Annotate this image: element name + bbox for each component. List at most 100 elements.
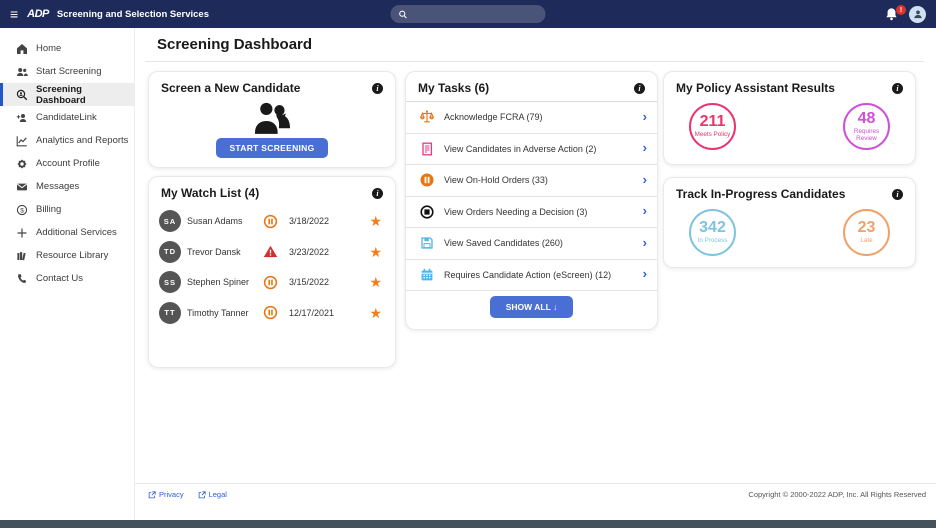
stat-late[interactable]: 23 Late xyxy=(843,209,890,256)
screening-search-icon xyxy=(16,89,28,101)
star-icon[interactable]: ★ xyxy=(366,245,382,259)
watch-row-timothy-tanner[interactable]: TT Timothy Tanner 12/17/2021 ★ xyxy=(149,298,395,329)
search-icon xyxy=(399,10,408,19)
task-row-acknowledge-fcra[interactable]: Acknowledge FCRA (79) › xyxy=(406,102,657,134)
stat-requires-review[interactable]: 48 Requires Review xyxy=(843,103,890,150)
privacy-link[interactable]: Privacy xyxy=(148,490,184,499)
bottom-bar xyxy=(0,520,936,528)
sidebar-item-label: Start Screening xyxy=(36,66,101,77)
chevron-right-icon: › xyxy=(643,141,647,154)
stat-in-process[interactable]: 342 In Process xyxy=(689,209,736,256)
sidebar-item-label: Messages xyxy=(36,181,79,192)
task-row-orders-needing-decision[interactable]: View Orders Needing a Decision (3) › xyxy=(406,197,657,229)
watch-date: 3/18/2022 xyxy=(287,216,360,226)
legal-label: Legal xyxy=(209,490,227,499)
sidebar-item-messages[interactable]: Messages xyxy=(0,175,134,198)
sidebar-item-label: Contact Us xyxy=(36,273,83,284)
candidate-name: Timothy Tanner xyxy=(187,308,257,318)
info-icon[interactable]: i xyxy=(372,83,383,94)
task-label: Requires Candidate Action (eScreen) (12) xyxy=(444,270,634,280)
policy-assistant-card: My Policy Assistant Results i 211 Meets … xyxy=(663,71,916,165)
stat-value: 211 xyxy=(700,114,726,130)
star-icon[interactable]: ★ xyxy=(366,306,382,320)
candidate-name: Stephen Spiner xyxy=(187,277,257,287)
sidebar-item-label: Additional Services xyxy=(36,227,117,238)
sidebar-item-contact-us[interactable]: Contact Us xyxy=(0,267,134,290)
watch-list-card: My Watch List (4) i SA Susan Adams 3/18/… xyxy=(148,176,396,368)
watch-row-susan-adams[interactable]: SA Susan Adams 3/18/2022 ★ xyxy=(149,206,395,237)
watch-date: 12/17/2021 xyxy=(287,308,360,318)
books-icon xyxy=(16,250,28,262)
gear-icon xyxy=(16,158,28,170)
pause-circle-icon xyxy=(263,275,281,290)
card-title: Screen a New Candidate xyxy=(161,81,300,95)
info-icon[interactable]: i xyxy=(892,83,903,94)
task-row-on-hold-orders[interactable]: View On-Hold Orders (33) › xyxy=(406,165,657,197)
sidebar-item-label: Home xyxy=(36,43,61,54)
watch-row-stephen-spiner[interactable]: SS Stephen Spiner 3/15/2022 ★ xyxy=(149,267,395,298)
sidebar-nav: Home Start Screening Screening Dashboard… xyxy=(0,28,135,520)
chevron-right-icon: › xyxy=(643,204,647,217)
star-icon[interactable]: ★ xyxy=(366,275,382,289)
track-in-progress-card: Track In-Progress Candidates i 342 In Pr… xyxy=(663,177,916,268)
app-title: Screening and Selection Services xyxy=(57,9,209,20)
warning-triangle-icon xyxy=(263,244,281,259)
stat-value: 23 xyxy=(858,220,876,236)
start-screening-button[interactable]: START SCREENING xyxy=(216,138,327,158)
notifications-button[interactable]: ! xyxy=(884,6,900,22)
info-icon[interactable]: i xyxy=(372,188,383,199)
watch-date: 3/15/2022 xyxy=(287,277,360,287)
card-title: My Tasks (6) xyxy=(418,81,489,95)
envelope-icon xyxy=(16,181,28,193)
top-navbar: ≡ ADP Screening and Selection Services ! xyxy=(0,0,936,28)
dollar-circle-icon: $ xyxy=(16,204,28,216)
save-floppy-icon xyxy=(419,235,435,251)
sidebar-item-resource-library[interactable]: Resource Library xyxy=(0,244,134,267)
two-people-icon xyxy=(249,101,295,135)
show-all-button[interactable]: SHOW ALL ↓ xyxy=(490,296,573,318)
task-row-adverse-action[interactable]: View Candidates in Adverse Action (2) › xyxy=(406,134,657,166)
avatar: TT xyxy=(159,302,181,324)
stat-meets-policy[interactable]: 211 Meets Policy xyxy=(689,103,736,150)
task-row-requires-candidate-action[interactable]: Requires Candidate Action (eScreen) (12)… xyxy=(406,260,657,292)
sidebar-item-label: Billing xyxy=(36,204,61,215)
watch-row-trevor-dansk[interactable]: TD Trevor Dansk 3/23/2022 ★ xyxy=(149,237,395,268)
external-link-icon xyxy=(198,491,206,499)
chevron-right-icon: › xyxy=(643,267,647,280)
task-label: Acknowledge FCRA (79) xyxy=(444,112,634,122)
sidebar-item-label: Screening Dashboard xyxy=(36,84,134,106)
candidate-name: Trevor Dansk xyxy=(187,247,257,257)
plus-icon xyxy=(16,227,28,239)
stat-value: 342 xyxy=(699,220,726,236)
search-input[interactable] xyxy=(414,9,534,19)
chart-icon xyxy=(16,135,28,147)
avatar: SA xyxy=(159,210,181,232)
card-title: Track In-Progress Candidates xyxy=(676,187,845,201)
calendar-icon xyxy=(419,267,435,283)
avatar: TD xyxy=(159,241,181,263)
screen-new-candidate-card: Screen a New Candidate i START SCREENING xyxy=(148,71,396,168)
info-icon[interactable]: i xyxy=(634,83,645,94)
sidebar-item-analytics[interactable]: Analytics and Reports xyxy=(0,129,134,152)
sidebar-item-start-screening[interactable]: Start Screening xyxy=(0,60,134,83)
info-icon[interactable]: i xyxy=(892,189,903,200)
star-icon[interactable]: ★ xyxy=(366,214,382,228)
task-label: View Saved Candidates (260) xyxy=(444,238,634,248)
hamburger-menu-icon[interactable]: ≡ xyxy=(10,7,18,21)
phone-icon xyxy=(16,273,28,285)
card-title: My Watch List (4) xyxy=(161,186,259,200)
legal-link[interactable]: Legal xyxy=(198,490,227,499)
sidebar-item-candidatelink[interactable]: CandidateLink xyxy=(0,106,134,129)
global-search[interactable] xyxy=(391,5,546,23)
task-row-saved-candidates[interactable]: View Saved Candidates (260) › xyxy=(406,228,657,260)
home-icon xyxy=(16,43,28,55)
sidebar-item-home[interactable]: Home xyxy=(0,37,134,60)
people-icon xyxy=(16,66,28,78)
sidebar-item-additional-services[interactable]: Additional Services xyxy=(0,221,134,244)
sidebar-item-billing[interactable]: $ Billing xyxy=(0,198,134,221)
pause-circle-icon xyxy=(263,214,281,229)
sidebar-item-account-profile[interactable]: Account Profile xyxy=(0,152,134,175)
footer: Privacy Legal Copyright © 2000-2022 ADP,… xyxy=(148,490,926,499)
user-avatar-icon[interactable] xyxy=(909,6,926,23)
sidebar-item-screening-dashboard[interactable]: Screening Dashboard xyxy=(0,83,134,106)
